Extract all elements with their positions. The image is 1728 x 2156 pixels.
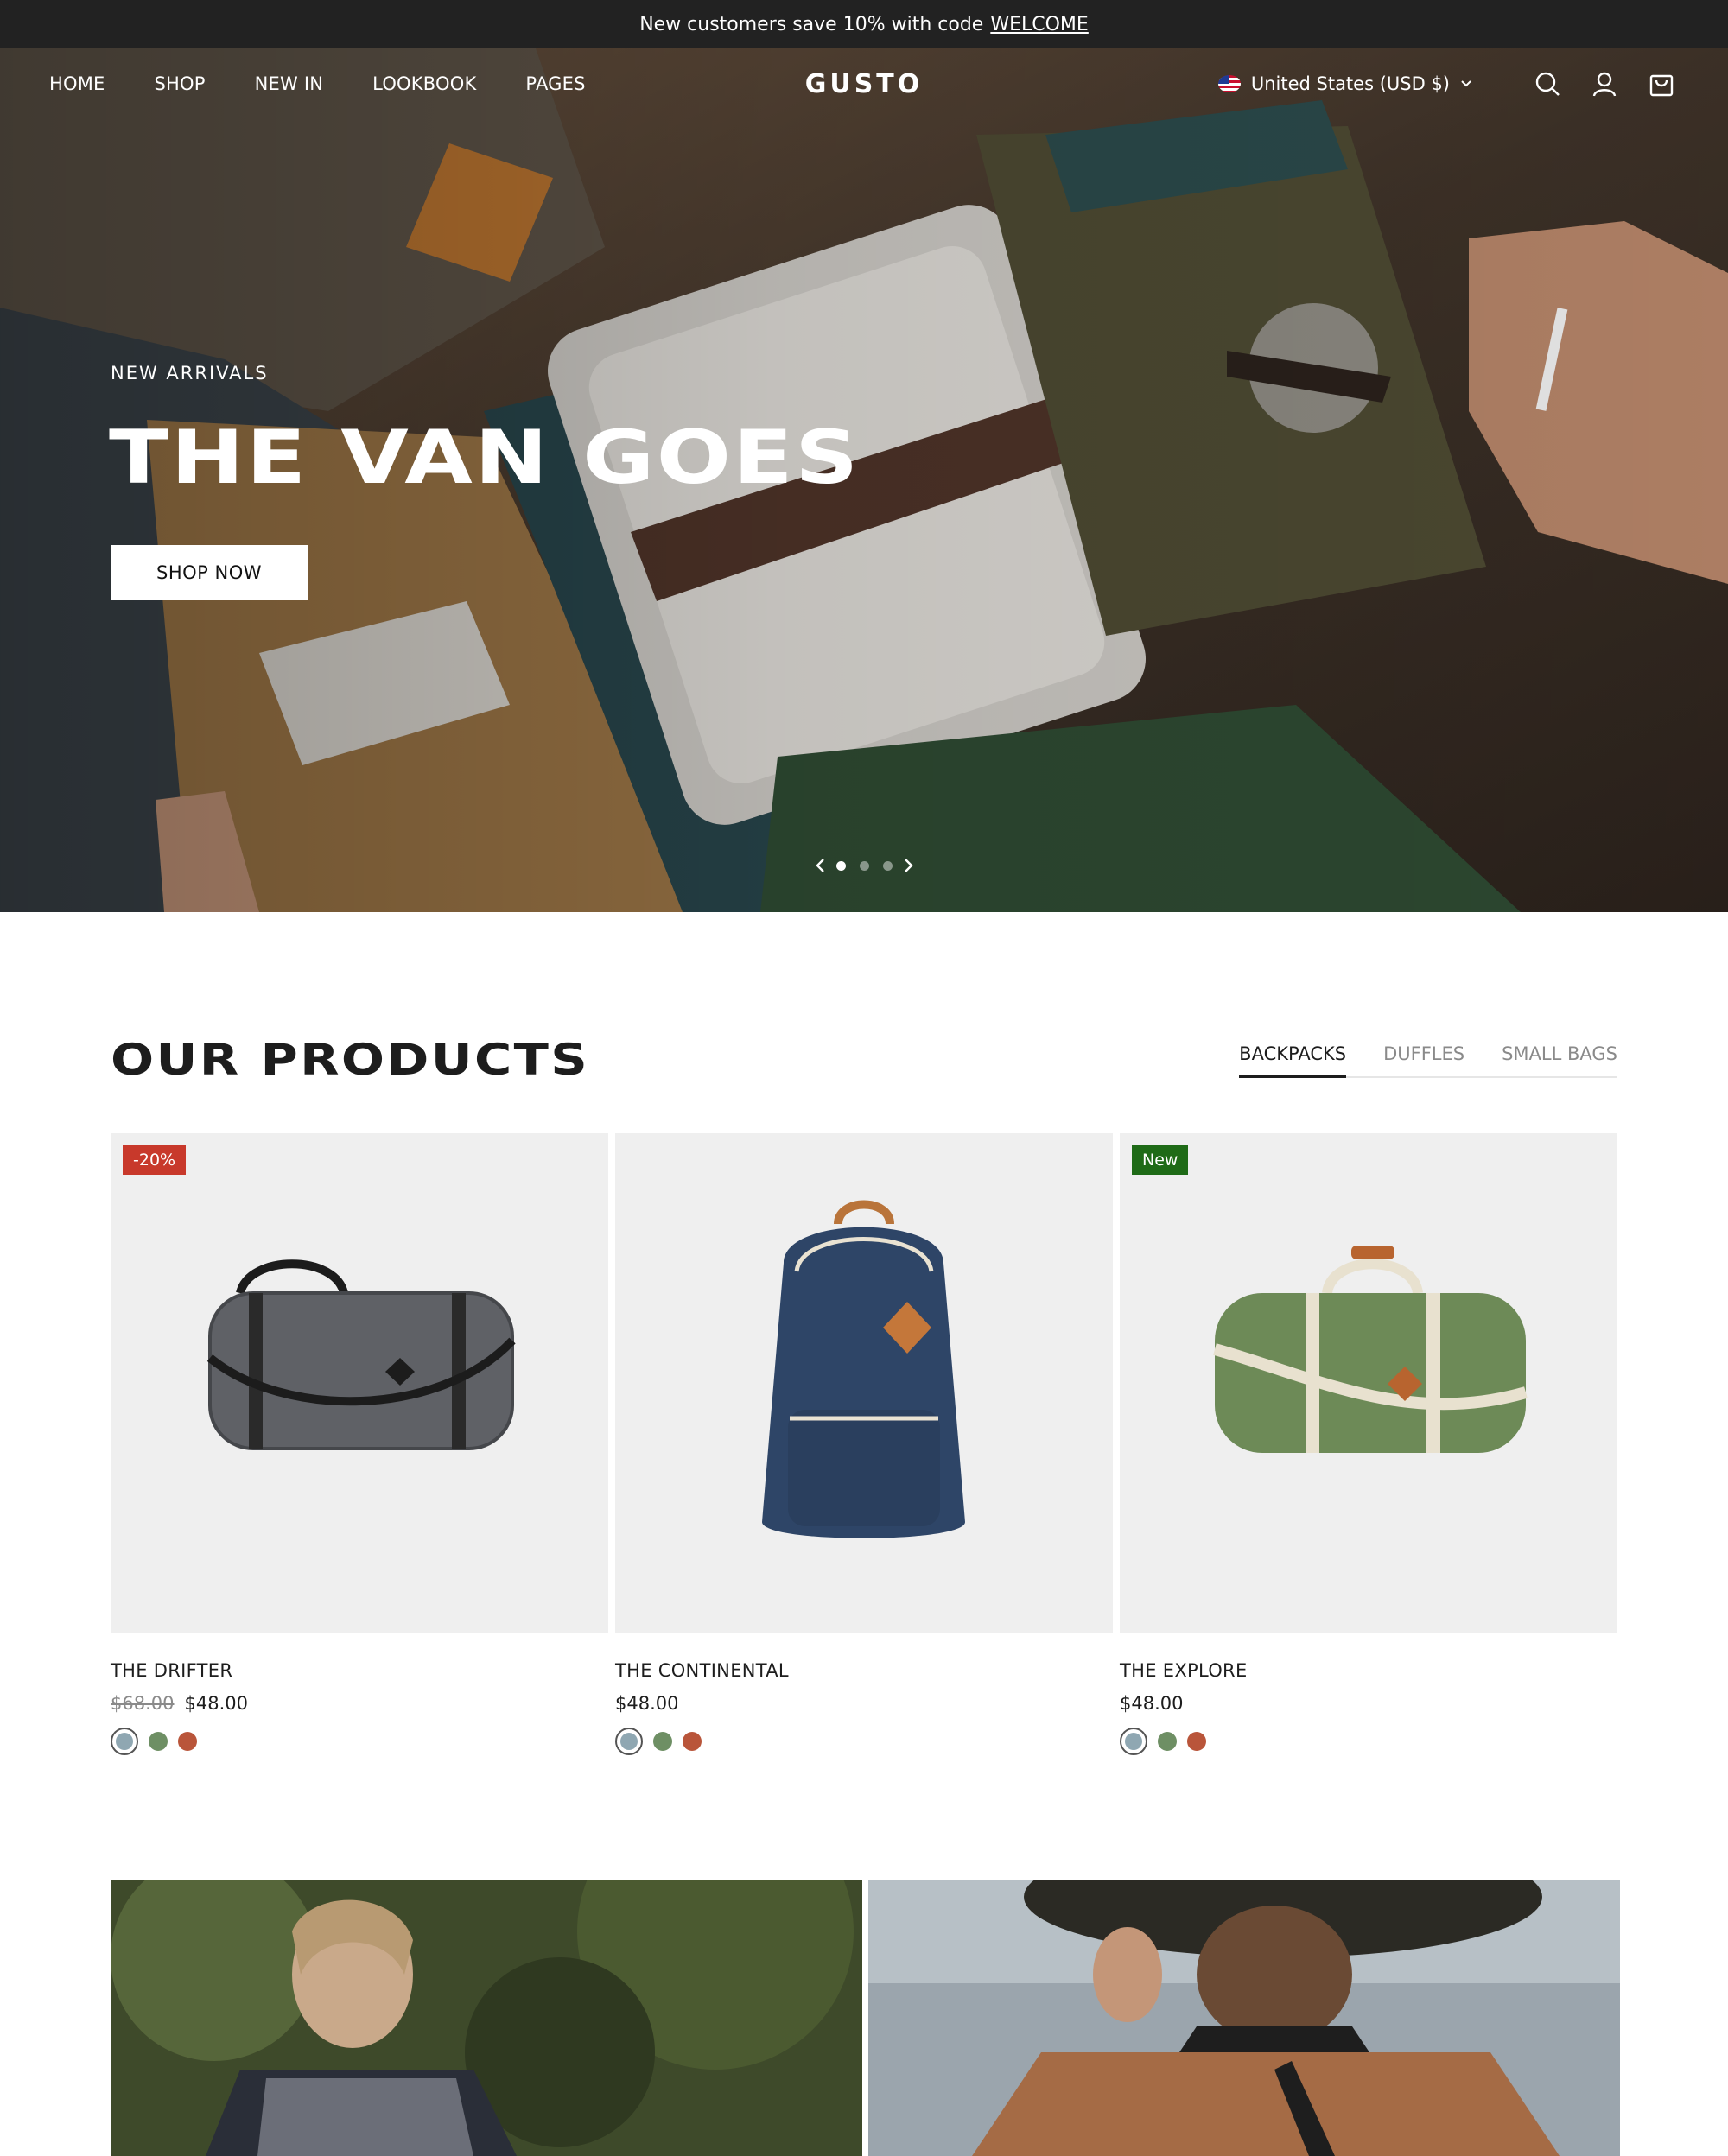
slide-dot-1[interactable]	[835, 860, 846, 871]
product-price: $48.00	[615, 1693, 679, 1714]
lifestyle-banner-left[interactable]	[111, 1880, 862, 2156]
product-price: $48.00	[184, 1693, 248, 1714]
new-badge: New	[1132, 1145, 1189, 1175]
product-price: $48.00	[1120, 1693, 1184, 1714]
tab-backpacks[interactable]: BACKPACKS	[1239, 1037, 1346, 1078]
search-icon[interactable]	[1533, 69, 1562, 98]
shop-now-button[interactable]: SHOP NOW	[111, 545, 308, 600]
swatch-blue[interactable]	[111, 1728, 138, 1755]
slide-next-icon[interactable]	[899, 856, 918, 875]
tab-small-bags[interactable]: SMALL BAGS	[1502, 1037, 1617, 1076]
nav-pages[interactable]: PAGES	[525, 73, 585, 94]
swatch-green[interactable]	[149, 1732, 168, 1751]
swatch-rust[interactable]	[178, 1732, 197, 1751]
product-title[interactable]: THE CONTINENTAL	[615, 1660, 1113, 1681]
color-swatches	[615, 1728, 1113, 1755]
product-image[interactable]: New	[1120, 1133, 1617, 1633]
woman-outdoors-image	[111, 1880, 862, 2156]
backpack-navy-image	[762, 1200, 965, 1538]
nav-new-in[interactable]: NEW IN	[255, 73, 324, 94]
nav-home[interactable]: HOME	[49, 73, 105, 94]
swatch-rust[interactable]	[1187, 1732, 1206, 1751]
compare-at-price: $68.00	[111, 1693, 175, 1714]
slide-dot-2[interactable]	[859, 860, 869, 871]
announcement-bar: New customers save 10% with code WELCOME	[0, 0, 1728, 48]
slider-controls	[804, 853, 924, 878]
nav-lookbook[interactable]: LOOKBOOK	[372, 73, 476, 94]
currency-selector[interactable]: United States (USD $)	[1217, 73, 1472, 94]
swatch-blue[interactable]	[1120, 1728, 1147, 1755]
currency-label: United States (USD $)	[1250, 73, 1450, 94]
slide-dot-3[interactable]	[882, 860, 893, 871]
product-title[interactable]: THE EXPLORE	[1120, 1660, 1617, 1681]
tab-duffles[interactable]: DUFFLES	[1383, 1037, 1464, 1076]
announcement-text: New customers save 10% with code	[639, 13, 984, 35]
product-title[interactable]: THE DRIFTER	[111, 1660, 608, 1681]
main-nav: HOME SHOP NEW IN LOOKBOOK PAGES	[49, 48, 635, 119]
swatch-green[interactable]	[1158, 1732, 1177, 1751]
product-card[interactable]: New THE EXPLORE $48.00	[1120, 1133, 1617, 1755]
product-card[interactable]: -20% THE DRIFTER $68.00 $48.00	[111, 1133, 608, 1755]
site-header: HOME SHOP NEW IN LOOKBOOK PAGES GUSTO Un…	[0, 48, 1728, 119]
promo-code-link[interactable]: WELCOME	[990, 14, 1088, 35]
cart-icon[interactable]	[1647, 69, 1676, 98]
color-swatches	[111, 1728, 608, 1755]
swatch-rust[interactable]	[683, 1732, 702, 1751]
color-swatches	[1120, 1728, 1617, 1755]
discount-badge: -20%	[123, 1145, 187, 1175]
site-logo[interactable]: GUSTO	[804, 48, 924, 119]
chevron-down-icon	[1461, 80, 1471, 87]
product-card[interactable]: THE CONTINENTAL $48.00	[615, 1133, 1113, 1755]
product-tabs: BACKPACKS DUFFLES SMALL BAGS	[1239, 1037, 1617, 1078]
us-flag-icon	[1217, 75, 1241, 92]
duffle-bag-gray-image	[206, 1259, 516, 1450]
product-image[interactable]: -20%	[111, 1133, 608, 1633]
lifestyle-banner-right[interactable]	[868, 1880, 1620, 2156]
swatch-blue[interactable]	[615, 1728, 643, 1755]
man-with-hat-image	[868, 1880, 1620, 2156]
account-icon[interactable]	[1590, 69, 1619, 98]
products-heading: OUR PRODUCTS	[111, 1035, 590, 1085]
swatch-green[interactable]	[653, 1732, 672, 1751]
slide-prev-icon[interactable]	[810, 856, 829, 875]
duffle-bag-green-image	[1213, 1246, 1528, 1453]
nav-shop[interactable]: SHOP	[155, 73, 206, 94]
hero-eyebrow: NEW ARRIVALS	[111, 363, 269, 384]
hero-title: THE VAN GOES	[109, 415, 861, 501]
product-image[interactable]	[615, 1133, 1113, 1633]
